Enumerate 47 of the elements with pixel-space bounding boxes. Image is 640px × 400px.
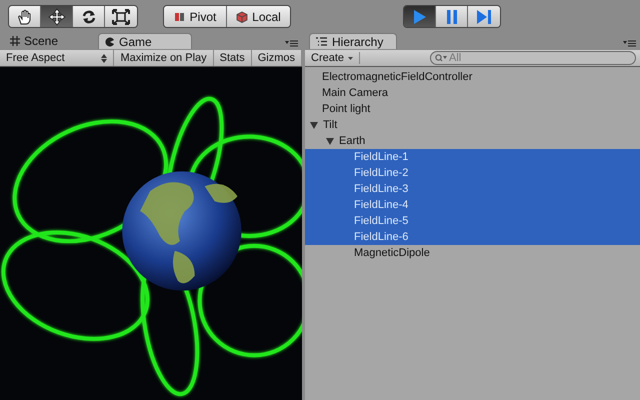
hierarchy-item[interactable]: FieldLine-5 xyxy=(305,213,640,229)
hierarchy-item[interactable]: FieldLine-1 xyxy=(305,149,640,165)
pivot-button[interactable]: Pivot xyxy=(164,6,227,27)
scale-tool-button[interactable] xyxy=(105,6,137,27)
panel-menu-icon[interactable] xyxy=(623,40,636,47)
hierarchy-item[interactable]: ElectromagneticFieldController xyxy=(305,69,640,85)
hierarchy-item[interactable]: FieldLine-6 xyxy=(305,229,640,245)
play-icon xyxy=(412,8,426,24)
scale-icon xyxy=(112,8,130,24)
pacman-icon xyxy=(105,36,115,46)
search-icon xyxy=(435,54,448,62)
game-tab[interactable]: Game xyxy=(98,33,192,49)
hierarchy-item[interactable]: FieldLine-3 xyxy=(305,181,640,197)
hierarchy-item[interactable]: FieldLine-2 xyxy=(305,165,640,181)
list-icon xyxy=(316,37,327,46)
scene-tab[interactable]: Scene xyxy=(4,33,98,49)
item-label: Tilt xyxy=(323,119,338,131)
hierarchy-item[interactable]: MagneticDipole xyxy=(305,245,640,261)
hierarchy-item[interactable]: FieldLine-4 xyxy=(305,197,640,213)
hierarchy-tab[interactable]: Hierarchy xyxy=(309,33,397,49)
rotate-tool-button[interactable] xyxy=(73,6,105,27)
step-button[interactable] xyxy=(468,6,500,27)
move-tool-button[interactable] xyxy=(41,6,73,27)
panel-menu-icon[interactable] xyxy=(285,40,298,47)
toolbar-button[interactable]: Gizmos xyxy=(252,50,302,66)
hierarchy-item[interactable]: Main Camera xyxy=(305,85,640,101)
toolbar-button[interactable]: Stats xyxy=(214,50,252,66)
hand-icon xyxy=(16,8,34,24)
updown-arrows-icon xyxy=(101,54,108,62)
pause-button[interactable] xyxy=(436,6,468,27)
pivot-icon xyxy=(174,12,186,22)
cube-icon xyxy=(236,10,248,22)
hand-tool-button[interactable] xyxy=(9,6,41,27)
step-icon xyxy=(476,8,492,24)
aspect-dropdown[interactable]: Free Aspect xyxy=(0,50,114,66)
grid-icon xyxy=(10,36,20,46)
toolbar-button[interactable]: Maximize on Play xyxy=(114,50,214,66)
item-label: Earth xyxy=(339,135,366,147)
play-button[interactable] xyxy=(404,6,436,27)
caret-icon xyxy=(348,56,354,60)
hierarchy-item[interactable]: Point light xyxy=(305,101,640,117)
move-arrows-icon xyxy=(48,8,66,26)
local-button[interactable]: Local xyxy=(227,6,290,27)
pause-icon xyxy=(446,8,458,24)
hierarchy-item[interactable]: Tilt xyxy=(305,117,640,133)
create-dropdown[interactable]: Create xyxy=(305,52,360,64)
expand-arrow-icon[interactable] xyxy=(310,122,318,128)
